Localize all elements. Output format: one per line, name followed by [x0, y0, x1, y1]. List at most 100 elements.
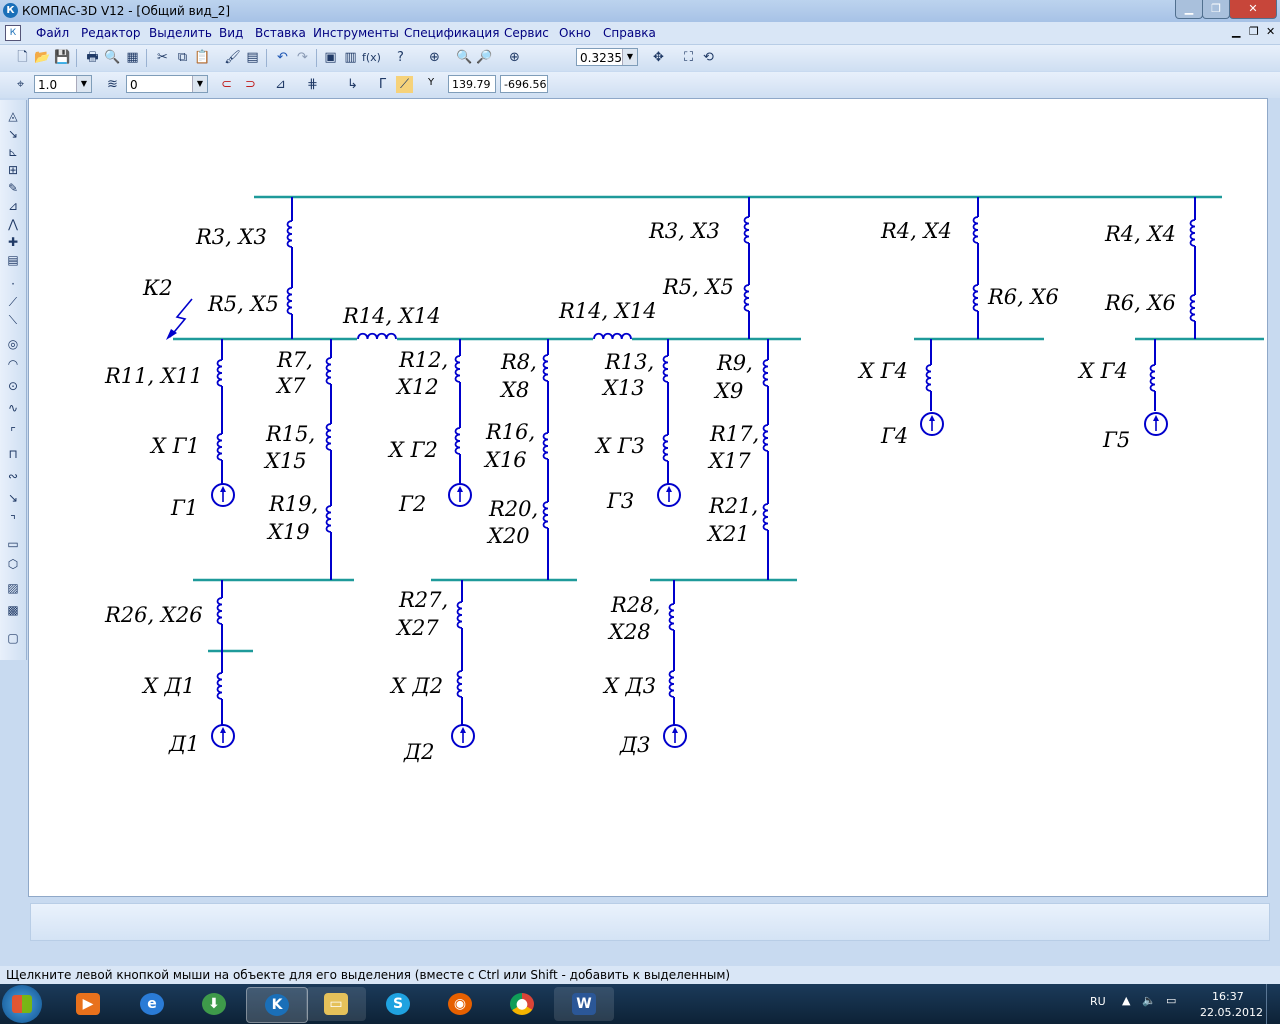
clock-time[interactable]: 16:37 — [1212, 990, 1244, 1003]
parametrization-icon[interactable]: ✎ — [5, 180, 21, 196]
tray-expand-icon[interactable]: ▲ — [1122, 994, 1130, 1007]
drawing-canvas[interactable]: R3, X3 R5, X5 К2 R14, X14 R14, X14 R3, X… — [28, 98, 1268, 897]
open-icon[interactable]: 📂 — [34, 49, 51, 66]
segment-icon[interactable]: ⟍ — [5, 312, 21, 328]
ortho-mode-icon[interactable]: Γ — [374, 76, 391, 93]
single-line-diagram[interactable]: R3, X3 R5, X5 К2 R14, X14 R14, X14 R3, X… — [29, 99, 1267, 896]
minimize-icon[interactable]: ▁ — [1175, 0, 1203, 19]
show-desktop-button[interactable] — [1266, 984, 1280, 1024]
taskbar-chrome[interactable]: ● — [492, 987, 552, 1021]
editing-icon[interactable]: ⊞ — [5, 162, 21, 178]
point-icon[interactable]: · — [5, 276, 21, 292]
fillet-icon[interactable]: ↘ — [5, 490, 21, 506]
hatch-icon[interactable]: ▨ — [5, 580, 21, 596]
menu-service[interactable]: Сервис — [504, 26, 549, 40]
grid-icon[interactable]: ⋕ — [304, 76, 321, 93]
menu-file[interactable]: Файл — [36, 26, 69, 40]
taskbar-media-player[interactable]: ▶ — [58, 987, 118, 1021]
doc-close-icon[interactable]: ✕ — [1266, 25, 1275, 38]
snap-magnet-icon[interactable]: ⊂ — [218, 76, 235, 93]
spec-icon[interactable]: ✚ — [5, 234, 21, 250]
start-button[interactable] — [2, 985, 42, 1023]
menu-view[interactable]: Вид — [219, 26, 243, 40]
orthogonal-icon[interactable]: ↳ — [344, 76, 361, 93]
circle-icon[interactable]: ◎ — [5, 336, 21, 352]
polygon-icon[interactable]: ⬡ — [5, 556, 21, 572]
pan-icon[interactable]: ✥ — [650, 49, 667, 66]
menu-help[interactable]: Справка — [603, 26, 656, 40]
zoom-in-icon[interactable]: 🔍 — [456, 49, 473, 66]
select-icon[interactable]: ⋀ — [5, 216, 21, 232]
coord-x-field[interactable]: 139.79 — [448, 75, 496, 93]
step-cursor-icon[interactable]: ⌖ — [12, 76, 29, 93]
zoom-combo[interactable]: 0.3235 ▼ — [576, 48, 638, 66]
local-cs-icon[interactable]: ⊿ — [272, 76, 289, 93]
redo-icon[interactable]: ↷ — [294, 49, 311, 66]
designations-icon[interactable]: ⊾ — [5, 144, 21, 160]
spline-icon[interactable]: ∿ — [5, 400, 21, 416]
geometry-icon[interactable]: ◬ — [5, 108, 21, 124]
zoom-scale-icon[interactable]: ⊕ — [506, 49, 523, 66]
manager-icon[interactable]: ▣ — [322, 49, 339, 66]
taskbar-kompas[interactable]: K — [246, 987, 308, 1023]
volume-icon[interactable]: 🔈 — [1142, 994, 1156, 1007]
maximize-icon[interactable]: ❐ — [1202, 0, 1230, 19]
preview-icon[interactable]: 🔍 — [104, 49, 121, 66]
chamfer-icon[interactable]: ⌜ — [5, 424, 21, 440]
rectangle-icon[interactable]: ▭ — [5, 536, 21, 552]
line-icon[interactable]: ⟋ — [5, 294, 21, 310]
menu-tools[interactable]: Инструменты — [313, 26, 399, 40]
help-pointer-icon[interactable]: ? — [392, 49, 409, 66]
layer-icon[interactable]: ≋ — [104, 76, 121, 93]
taskbar-skype[interactable]: S — [368, 987, 428, 1021]
dimensions-icon[interactable]: ↘ — [5, 126, 21, 142]
menu-select[interactable]: Выделить — [149, 26, 212, 40]
taskbar-word[interactable]: W — [554, 987, 614, 1021]
show-all-icon[interactable]: ⛶ — [680, 49, 697, 66]
taskbar-internet-explorer[interactable]: e — [122, 987, 182, 1021]
refresh-icon[interactable]: ⟲ — [700, 49, 717, 66]
measure-icon[interactable]: ⊿ — [5, 198, 21, 214]
close-icon[interactable]: ✕ — [1229, 0, 1277, 19]
taskbar-explorer[interactable]: ▭ — [306, 987, 366, 1021]
menu-window[interactable]: Окно — [559, 26, 591, 40]
step-combo[interactable]: 1.0 ▼ — [34, 75, 92, 93]
zoom-window-icon[interactable]: ⊕ — [426, 49, 443, 66]
zoom-out-icon[interactable]: 🔎 — [476, 49, 493, 66]
variables-icon[interactable]: f(x) — [362, 49, 381, 66]
chevron-down-icon[interactable]: ▼ — [622, 49, 637, 65]
copy-icon[interactable]: ⧉ — [174, 49, 191, 66]
paste-icon[interactable]: 📋 — [194, 49, 211, 66]
library-icon[interactable]: ▥ — [342, 49, 359, 66]
doc-minimize-icon[interactable]: ▁ — [1232, 25, 1240, 38]
bezier-icon[interactable]: ∾ — [5, 468, 21, 484]
network-icon[interactable]: ▭ — [1166, 994, 1176, 1007]
properties-icon[interactable]: ▤ — [244, 49, 261, 66]
kompas-app-icon[interactable]: К — [3, 3, 18, 18]
menu-insert[interactable]: Вставка — [255, 26, 306, 40]
document-icon[interactable]: К — [5, 25, 21, 41]
coord-y-field[interactable]: -696.56 — [500, 75, 548, 93]
taskbar-downloader[interactable]: ⬇ — [184, 987, 244, 1021]
view-icon[interactable]: ▢ — [5, 630, 21, 646]
menu-specification[interactable]: Спецификация — [404, 26, 499, 40]
chevron-down-icon[interactable]: ▼ — [192, 76, 207, 92]
snap-settings-icon[interactable]: ⊃ — [242, 76, 259, 93]
taskbar-firefox[interactable]: ◉ — [430, 987, 490, 1021]
new-document-icon[interactable]: 🗋 — [14, 49, 31, 66]
corner-icon[interactable]: ⌝ — [5, 512, 21, 528]
menu-editor[interactable]: Редактор — [81, 26, 140, 40]
round-mode-icon[interactable]: ⟋ — [396, 76, 413, 93]
layer-combo[interactable]: 0 ▼ — [126, 75, 208, 93]
undo-icon[interactable]: ↶ — [274, 49, 291, 66]
save-icon[interactable]: 💾 — [54, 49, 71, 66]
language-indicator[interactable]: RU — [1090, 995, 1106, 1008]
chevron-down-icon[interactable]: ▼ — [76, 76, 91, 92]
clock-date[interactable]: 22.05.2012 — [1200, 1006, 1263, 1019]
doc-restore-icon[interactable]: ❐ — [1249, 25, 1259, 38]
arc-icon[interactable]: ◠ — [5, 356, 21, 372]
fill-icon[interactable]: ▩ — [5, 602, 21, 618]
ellipse-icon[interactable]: ⊙ — [5, 378, 21, 394]
print-preview-icon[interactable]: ▦ — [124, 49, 141, 66]
format-painter-icon[interactable]: 🖌 — [224, 49, 241, 66]
